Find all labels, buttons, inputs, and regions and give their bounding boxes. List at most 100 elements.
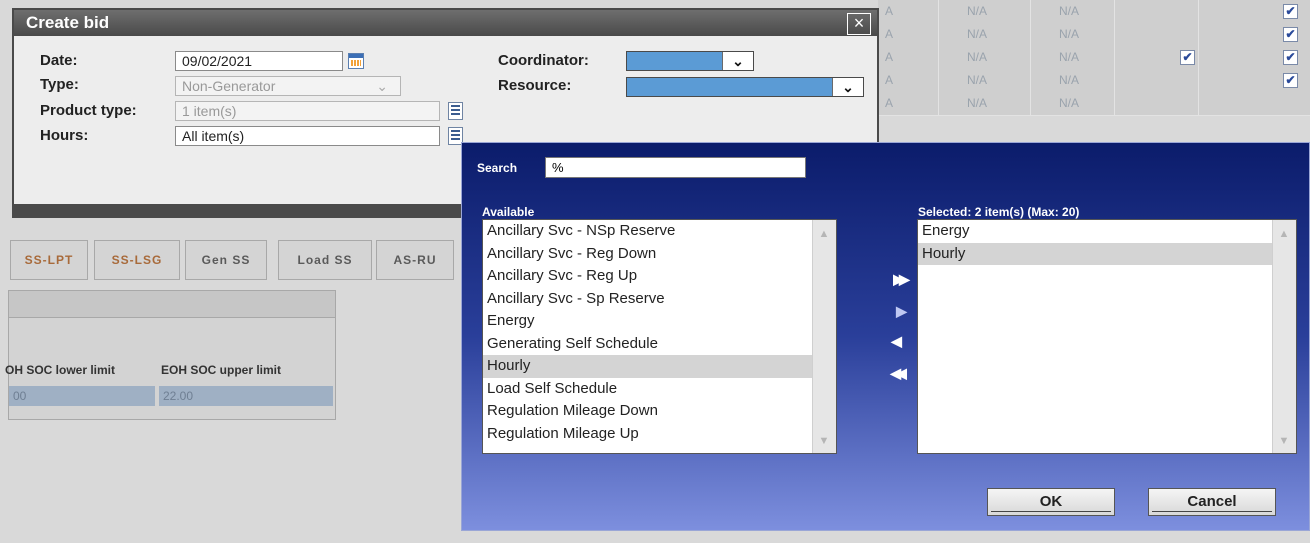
selected-label: Selected: 2 item(s) (Max: 20) <box>918 205 1080 219</box>
grid-divider <box>1198 0 1200 23</box>
available-list-item[interactable]: Regulation Mileage Up <box>483 423 836 446</box>
selected-list-item[interactable]: Energy <box>918 220 1296 243</box>
search-label: Search <box>477 161 518 175</box>
column-header-soc-upper: EOH SOC upper limit <box>161 363 282 377</box>
available-list-item[interactable]: Ancillary Svc - Sp Reserve <box>483 288 836 311</box>
date-label: Date: <box>40 52 78 69</box>
product-type-label: Product type: <box>40 102 137 119</box>
grid-divider <box>1114 92 1116 115</box>
date-field[interactable]: 09/02/2021 <box>175 51 343 71</box>
tab-load-ss[interactable]: Load SS <box>278 240 372 280</box>
background-grid-row: A N/A N/A <box>878 92 1310 116</box>
available-list-item[interactable]: Load Self Schedule <box>483 378 836 401</box>
checkbox-checked[interactable]: ✔ <box>1283 27 1298 42</box>
product-type-list-icon[interactable] <box>448 102 463 120</box>
resource-select[interactable]: ⌄ <box>626 77 864 97</box>
search-input[interactable] <box>545 157 806 178</box>
selected-items: Energy Hourly <box>918 220 1296 265</box>
grid-cell-na: N/A <box>1030 23 1107 46</box>
available-list-item[interactable]: Hourly <box>483 355 836 378</box>
calendar-icon[interactable] <box>348 53 364 69</box>
move-right-icon[interactable]: ▶ <box>890 303 908 319</box>
grid-cell-fragment: A <box>884 27 893 41</box>
grid-cell-na: N/A <box>1030 92 1107 115</box>
tab-as-ru[interactable]: AS-RU <box>376 240 454 280</box>
grid-divider <box>1198 46 1200 69</box>
hours-label: Hours: <box>40 127 89 144</box>
scroll-up-icon[interactable]: ▲ <box>816 226 832 242</box>
grid-cell-fragment: A <box>884 96 893 110</box>
checkbox-checked[interactable]: ✔ <box>1283 4 1298 19</box>
grid-cell-na: N/A <box>938 0 1015 23</box>
hours-field[interactable]: All item(s) <box>175 126 440 146</box>
available-list-item[interactable]: Generating Self Schedule <box>483 333 836 356</box>
grid-divider <box>1114 23 1116 46</box>
grid-cell-na: N/A <box>938 23 1015 46</box>
grid-cell-na: N/A <box>938 92 1015 115</box>
type-value: Non-Generator <box>182 78 276 94</box>
grid-cell-fragment: A <box>884 4 893 18</box>
grid-cell-na: N/A <box>938 69 1015 92</box>
table-header-band <box>9 291 335 318</box>
checkbox-checked[interactable]: ✔ <box>1283 73 1298 88</box>
dialog-title: Create bid <box>26 13 110 32</box>
scroll-down-icon[interactable]: ▼ <box>816 433 832 449</box>
ok-button[interactable]: OK <box>987 488 1115 516</box>
grid-divider <box>1198 23 1200 46</box>
tab-gen-ss[interactable]: Gen SS <box>185 240 267 280</box>
move-all-left-icon[interactable]: ◀◀ <box>887 365 907 381</box>
move-all-right-icon[interactable]: ▶▶ <box>890 271 910 287</box>
cell-soc-lower: 00 <box>9 386 155 406</box>
checkbox-checked[interactable]: ✔ <box>1180 50 1195 65</box>
available-list-item[interactable]: Ancillary Svc - Reg Down <box>483 243 836 266</box>
selected-scrollbar[interactable]: ▲ ▼ <box>1272 220 1296 453</box>
resource-label: Resource: <box>498 77 572 94</box>
cancel-button[interactable]: Cancel <box>1148 488 1276 516</box>
available-list-item[interactable]: Regulation Mileage Down <box>483 400 836 423</box>
grid-divider <box>1114 46 1116 69</box>
background-grid-row: A N/A N/A ✔ <box>878 0 1310 24</box>
coordinator-select[interactable]: ⌄ <box>626 51 754 71</box>
available-list-item[interactable]: Ancillary Svc - Reg Up <box>483 265 836 288</box>
grid-divider <box>1198 69 1200 92</box>
available-list-item[interactable]: Ancillary Svc - NSp Reserve <box>483 220 836 243</box>
cell-soc-upper: 22.00 <box>159 386 333 406</box>
column-header-soc-lower: OH SOC lower limit <box>5 363 116 377</box>
available-label: Available <box>482 205 535 219</box>
dialog-titlebar: Create bid × <box>14 10 877 36</box>
available-items: Ancillary Svc - NSp Reserve Ancillary Svc… <box>483 220 836 445</box>
grid-divider <box>1114 69 1116 92</box>
scroll-down-icon[interactable]: ▼ <box>1276 433 1292 449</box>
grid-cell-na: N/A <box>1030 0 1107 23</box>
grid-cell-fragment: A <box>884 73 893 87</box>
scroll-up-icon[interactable]: ▲ <box>1276 226 1292 242</box>
available-listbox[interactable]: Ancillary Svc - NSp Reserve Ancillary Svc… <box>482 219 837 454</box>
background-table: OH SOC lower limit EOH SOC upper limit 0… <box>5 290 336 420</box>
type-label: Type: <box>40 76 79 93</box>
chevron-down-icon: ⌄ <box>832 78 863 96</box>
grid-cell-na: N/A <box>1030 69 1107 92</box>
type-select: Non-Generator ⌄ <box>175 76 401 96</box>
coordinator-label: Coordinator: <box>498 52 589 69</box>
selected-list-item[interactable]: Hourly <box>918 242 1296 265</box>
chevron-down-icon: ⌄ <box>376 78 388 94</box>
close-icon[interactable]: × <box>847 13 871 35</box>
grid-cell-fragment: A <box>884 50 893 64</box>
background-grid-row: A N/A N/A ✔ <box>878 23 1310 47</box>
background-grid-row: A N/A N/A ✔ ✔ <box>878 46 1310 70</box>
grid-divider <box>1114 0 1116 23</box>
tab-ss-lpt[interactable]: SS-LPT <box>10 240 88 280</box>
available-list-item[interactable]: Energy <box>483 310 836 333</box>
background-grid: A N/A N/A ✔ A N/A N/A ✔ A N/A N/A ✔ ✔ A N/A N/A ✔ A N/A N/A <box>878 0 1310 145</box>
tab-ss-lsg[interactable]: SS-LSG <box>94 240 180 280</box>
move-left-icon[interactable]: ◀ <box>885 333 903 349</box>
checkbox-checked[interactable]: ✔ <box>1283 50 1298 65</box>
available-scrollbar[interactable]: ▲ ▼ <box>812 220 836 453</box>
product-type-picker-popup: Search Available Selected: 2 item(s) (Ma… <box>461 142 1310 531</box>
background-tab-bar: SS-LPT SS-LSG Gen SS Load SS AS-RU <box>10 240 480 280</box>
grid-cell-na: N/A <box>1030 46 1107 69</box>
selected-listbox[interactable]: Energy Hourly ▲ ▼ <box>917 219 1297 454</box>
chevron-down-icon: ⌄ <box>722 52 753 70</box>
product-type-field: 1 item(s) <box>175 101 440 121</box>
grid-cell-na: N/A <box>938 46 1015 69</box>
